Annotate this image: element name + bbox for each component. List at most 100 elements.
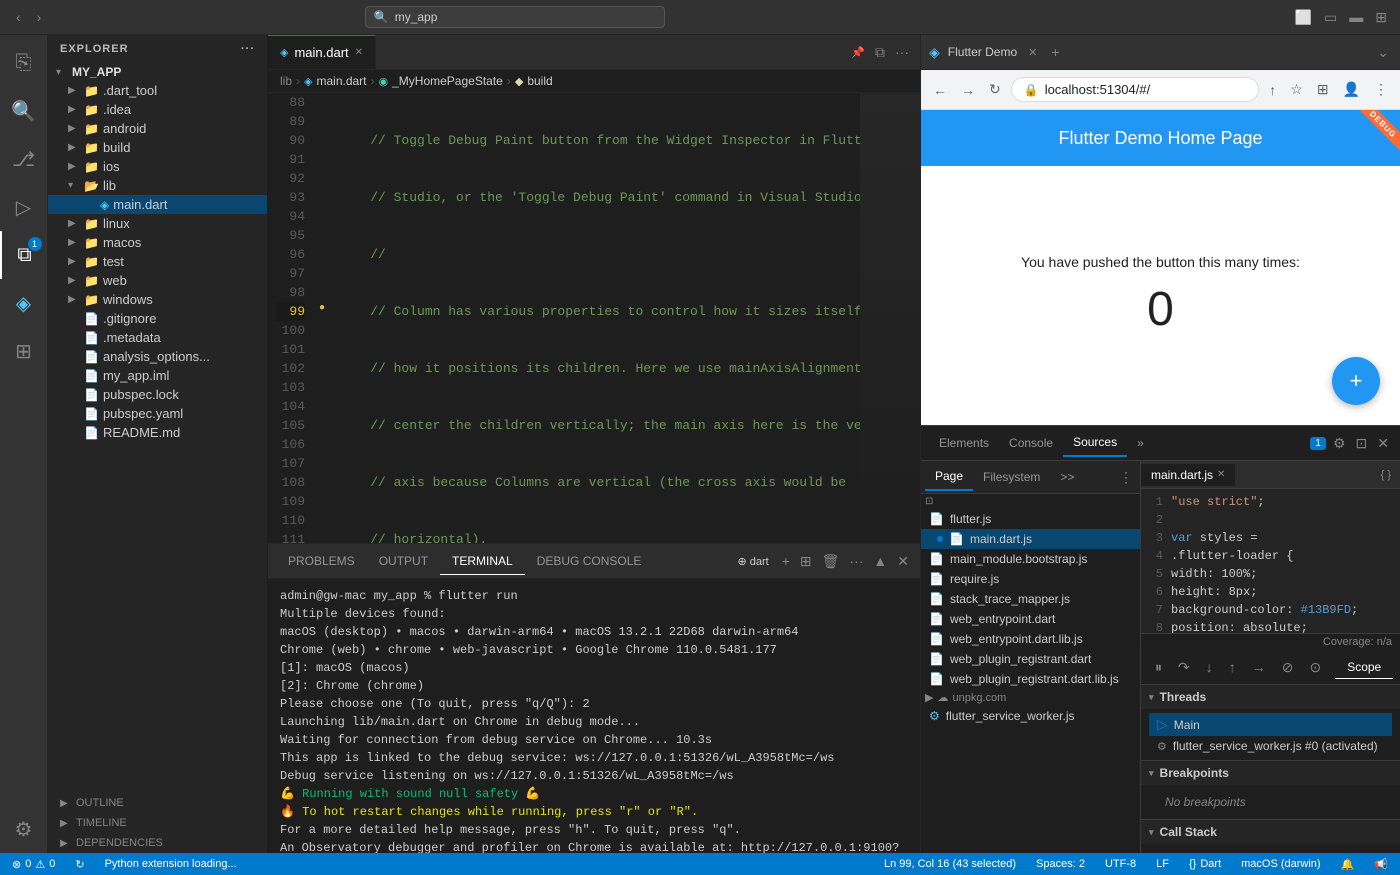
toggle-sidebar-icon[interactable]: ⬜: [1292, 6, 1315, 29]
devtools-tab-console[interactable]: Console: [999, 430, 1063, 456]
add-terminal-button[interactable]: +: [779, 550, 793, 572]
sidebar-item-my-app-iml[interactable]: 📄 my_app.iml: [48, 366, 267, 385]
devtools-settings-button[interactable]: ⚙: [1330, 432, 1349, 455]
sidebar-root[interactable]: ▾ MY_APP: [48, 63, 267, 81]
editor-tab-main-dart[interactable]: ◈ main.dart ✕: [268, 35, 376, 69]
activity-remote[interactable]: ⊞: [0, 327, 48, 375]
status-encoding[interactable]: UTF-8: [1101, 858, 1140, 871]
breakpoints-header[interactable]: ▾ Breakpoints: [1141, 761, 1400, 785]
close-browser-tab-button[interactable]: ✕: [1025, 43, 1040, 62]
step-into-button[interactable]: ↓: [1200, 655, 1219, 679]
devtools-tab-elements[interactable]: Elements: [929, 430, 999, 456]
kill-terminal-button[interactable]: 🗑: [819, 550, 843, 573]
sidebar-item-android[interactable]: ▶ 📁 android: [48, 119, 267, 138]
reader-view-button[interactable]: ⊞: [1313, 77, 1333, 102]
thread-main[interactable]: ▷ Main: [1149, 713, 1392, 736]
devtools-file-web-entrypoint[interactable]: 📄 web_entrypoint.dart: [921, 609, 1140, 629]
status-errors[interactable]: ⊗ 0 ⚠ 0: [8, 858, 59, 871]
devtools-close-button[interactable]: ✕: [1374, 432, 1392, 455]
tab-output[interactable]: OUTPUT: [367, 548, 440, 574]
sidebar-more-icon[interactable]: ···: [241, 43, 255, 55]
search-bar[interactable]: 🔍: [365, 6, 665, 28]
code-container[interactable]: 8889909192 9394959697 9899100101102 1031…: [268, 93, 920, 543]
sidebar-item-analysis[interactable]: 📄 analysis_options...: [48, 347, 267, 366]
status-broadcast[interactable]: 📢: [1370, 858, 1392, 871]
tab-problems[interactable]: PROBLEMS: [276, 548, 367, 574]
devtools-file-web-plugin-lib[interactable]: 📄 web_plugin_registrant.dart.lib.js: [921, 669, 1140, 689]
activity-dart[interactable]: ◈: [0, 279, 48, 327]
sidebar-dependencies[interactable]: ▶ DEPENDENCIES: [48, 833, 267, 853]
new-browser-tab-button[interactable]: +: [1048, 41, 1062, 63]
status-notifications[interactable]: 🔔: [1337, 858, 1359, 871]
sidebar-item-windows[interactable]: ▶ 📁 windows: [48, 290, 267, 309]
step-over-button[interactable]: ↷: [1172, 655, 1196, 680]
editor-tab-close[interactable]: ✕: [355, 47, 363, 58]
sidebar-item-pubspec-lock[interactable]: 📄 pubspec.lock: [48, 385, 267, 404]
code-editor[interactable]: // Toggle Debug Paint button from the Wi…: [331, 93, 860, 543]
devtools-file-bootstrap[interactable]: 📄 main_module.bootstrap.js: [921, 549, 1140, 569]
toggle-panel-icon[interactable]: ▭: [1321, 6, 1340, 29]
sidebar-item-test[interactable]: ▶ 📁 test: [48, 252, 267, 271]
status-python[interactable]: Python extension loading...: [101, 858, 241, 870]
step-out-button[interactable]: ↑: [1223, 655, 1242, 679]
sidebar-item-gitignore[interactable]: 📄 .gitignore: [48, 309, 267, 328]
browser-back-button[interactable]: ←: [929, 78, 951, 102]
stop-button[interactable]: ⊙: [1303, 655, 1327, 680]
sidebar-item-metadata[interactable]: 📄 .metadata: [48, 328, 267, 347]
bookmark-button[interactable]: ☆: [1286, 77, 1307, 102]
close-code-tab-button[interactable]: ✕: [1217, 469, 1225, 480]
devtools-file-flutter-js[interactable]: 📄 flutter.js: [921, 509, 1140, 529]
status-eol[interactable]: LF: [1152, 858, 1173, 871]
browser-menu-button[interactable]: ⌄: [1374, 41, 1392, 64]
sidebar-item-dart-tool[interactable]: ▶ 📁 .dart_tool: [48, 81, 267, 100]
sidebar-item-ios[interactable]: ▶ 📁 ios: [48, 157, 267, 176]
sidebar-item-pubspec-yaml[interactable]: 📄 pubspec.yaml: [48, 404, 267, 423]
step-button[interactable]: →: [1246, 655, 1272, 679]
pin-button[interactable]: 📌: [848, 43, 868, 62]
devtools-file-web-entrypoint-lib[interactable]: 📄 web_entrypoint.dart.lib.js: [921, 629, 1140, 649]
sidebar-item-macos[interactable]: ▶ 📁 macos: [48, 233, 267, 252]
url-input[interactable]: [1045, 82, 1247, 97]
status-spaces[interactable]: Spaces: 2: [1032, 858, 1089, 871]
devtools-file-service-worker[interactable]: ⚙ flutter_service_worker.js: [921, 706, 1140, 726]
sidebar-item-lib[interactable]: ▾ 📂 lib: [48, 176, 267, 195]
devtools-toggle-panel[interactable]: ⊡: [921, 494, 1140, 509]
sidebar-outline[interactable]: ▶ OUTLINE: [48, 793, 267, 813]
thread-service-worker[interactable]: ⚙ flutter_service_worker.js #0 (activate…: [1149, 736, 1392, 756]
browser-reload-button[interactable]: ↻: [985, 77, 1005, 102]
devtools-code-tab-main[interactable]: main.dart.js ✕: [1141, 464, 1235, 486]
devtools-code-content[interactable]: 1"use strict"; 2 3var styles = 4 .flutte…: [1141, 489, 1400, 633]
sources-options-button[interactable]: ⋮: [1116, 466, 1136, 489]
sidebar-item-idea[interactable]: ▶ 📁 .idea: [48, 100, 267, 119]
maximize-terminal-button[interactable]: ▲: [870, 550, 890, 572]
sidebar-item-linux[interactable]: ▶ 📁 linux: [48, 214, 267, 233]
devtools-dock-button[interactable]: ⊡: [1353, 432, 1371, 455]
sources-page-tab[interactable]: Page: [925, 463, 973, 491]
scope-tab[interactable]: Scope: [1335, 656, 1393, 679]
deactivate-breakpoints-button[interactable]: ⊘: [1276, 655, 1300, 680]
sidebar-item-build[interactable]: ▶ 📁 build: [48, 138, 267, 157]
tab-debug-console[interactable]: DEBUG CONSOLE: [525, 548, 654, 574]
fab-button[interactable]: +: [1332, 357, 1380, 405]
sidebar-timeline[interactable]: ▶ TIMELINE: [48, 813, 267, 833]
call-stack-header[interactable]: ▾ Call Stack: [1141, 820, 1400, 844]
browser-forward-button[interactable]: →: [957, 78, 979, 102]
status-position[interactable]: Ln 99, Col 16 (43 selected): [880, 858, 1020, 871]
devtools-file-web-plugin[interactable]: 📄 web_plugin_registrant.dart: [921, 649, 1140, 669]
devtools-tab-more[interactable]: »: [1127, 430, 1154, 456]
activity-settings[interactable]: ⚙: [0, 805, 48, 853]
split-terminal-button[interactable]: ⊞: [797, 550, 815, 573]
terminal-content[interactable]: admin@gw-mac my_app % flutter run Multip…: [268, 579, 920, 853]
terminal-more-button[interactable]: ···: [846, 550, 866, 572]
threads-header[interactable]: ▾ Threads: [1141, 685, 1400, 709]
devtools-unpkg[interactable]: ▶ ☁ unpkg.com: [921, 689, 1140, 706]
status-platform[interactable]: macOS (darwin): [1237, 858, 1324, 871]
close-terminal-button[interactable]: ✕: [894, 550, 912, 573]
devtools-file-main-dart-js[interactable]: 📄 main.dart.js: [921, 529, 1140, 549]
browser-options-button[interactable]: ⋮: [1370, 77, 1392, 102]
status-sync[interactable]: ↻: [71, 858, 88, 871]
browser-profile-button[interactable]: 👤: [1339, 77, 1364, 102]
editor-more-button[interactable]: ···: [892, 41, 912, 63]
address-bar[interactable]: 🔒: [1011, 77, 1260, 102]
back-button[interactable]: ‹: [10, 7, 27, 27]
